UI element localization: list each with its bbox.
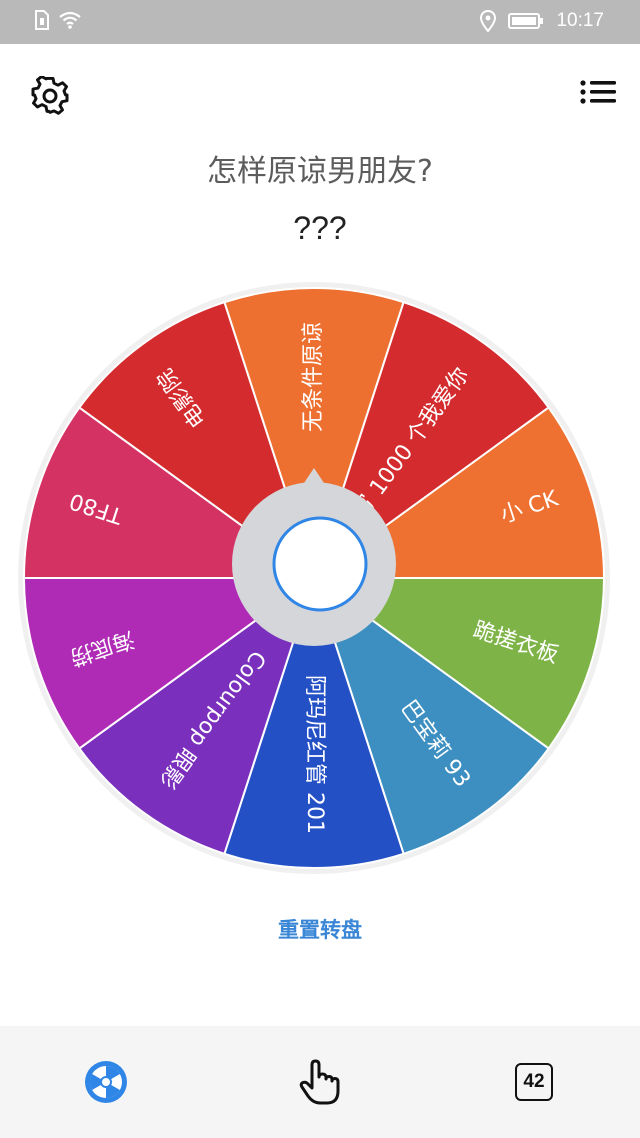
gear-icon xyxy=(31,76,69,115)
wheel-segment-label: 无条件原谅 xyxy=(301,322,326,432)
sim-icon xyxy=(35,10,49,30)
location-icon xyxy=(480,10,497,32)
status-right: 10:17 xyxy=(480,10,604,32)
top-toolbar xyxy=(0,44,640,144)
wheel-question: 怎样原谅男朋友? xyxy=(207,154,433,189)
spin-result: ??? xyxy=(293,210,347,246)
spin-button[interactable] xyxy=(272,516,368,612)
wheel-segment-label: 阿玛尼红管 201 xyxy=(302,675,327,834)
nav-number[interactable]: 42 xyxy=(504,1052,564,1112)
settings-button[interactable] xyxy=(28,74,72,118)
spin-wheel[interactable]: 无条件原谅写 1000 个我爱你小 CK 跪搓衣板 巴宝莉 93 阿玛尼红管 201 C… xyxy=(14,278,614,878)
nav-tap[interactable] xyxy=(290,1052,350,1112)
wheel-graphic[interactable]: 无条件原谅写 1000 个我爱你小 CK跪搓衣板巴宝莉 93阿玛尼红管 201C… xyxy=(14,278,614,878)
number-box-icon: 42 xyxy=(515,1063,553,1101)
bottom-nav: 42 xyxy=(0,1026,640,1138)
reset-wheel-button[interactable]: 重置转盘 xyxy=(0,914,640,944)
status-left xyxy=(34,10,82,30)
list-icon xyxy=(580,80,616,104)
nav-wheel[interactable] xyxy=(76,1052,136,1112)
battery-icon xyxy=(508,13,544,29)
wheel-icon xyxy=(85,1061,127,1103)
list-menu-button[interactable] xyxy=(578,78,622,114)
status-bar: 10:17 xyxy=(0,0,640,44)
wifi-icon xyxy=(59,11,81,29)
hand-pointer-icon xyxy=(299,1059,340,1105)
status-time: 10:17 xyxy=(556,10,604,31)
